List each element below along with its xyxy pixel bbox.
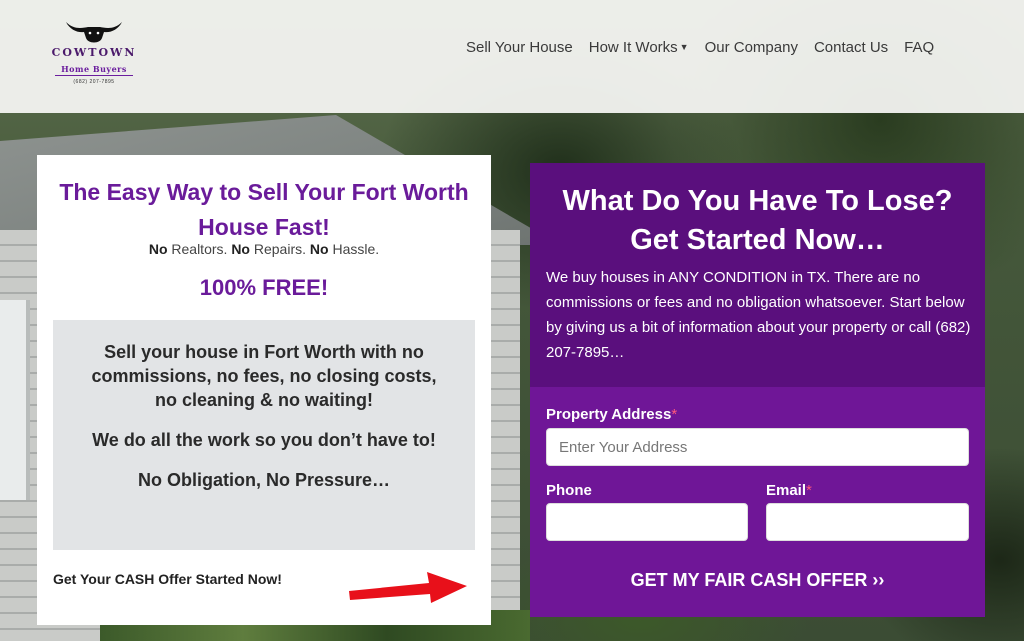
submit-offer-button[interactable]: GET MY FAIR CASH OFFER ›› — [546, 565, 969, 595]
cash-offer-cta: Get Your CASH Offer Started Now! — [53, 571, 282, 587]
logo-phone: (682) 207-7895 — [73, 79, 115, 85]
right-arrow-icon — [349, 572, 467, 603]
nav-sell-your-house[interactable]: Sell Your House — [466, 39, 573, 56]
label-text: Property Address — [546, 406, 672, 423]
promo-title: The Easy Way to Sell Your Fort Worth Hou… — [59, 179, 469, 240]
logo-name: COWTOWN — [51, 46, 137, 59]
main-nav: Sell Your House How It Works ▼ Our Compan… — [466, 39, 950, 56]
address-input[interactable] — [546, 428, 969, 466]
email-input[interactable] — [766, 503, 969, 541]
site-header: COWTOWN Home Buyers (682) 207-7895 Sell … — [0, 0, 1024, 113]
nav-label: How It Works — [588, 39, 678, 56]
benefit-text: We do all the work so you don’t have to! — [92, 430, 436, 450]
nav-label: Contact Us — [813, 39, 889, 56]
address-label: Property Address* — [546, 406, 677, 423]
phone-label: Phone — [546, 482, 592, 499]
tagline-text: Repairs. — [249, 241, 310, 257]
logo-subtitle: Home Buyers — [55, 64, 133, 76]
caret-down-icon: ▼ — [679, 42, 689, 52]
offer-form-panel: What Do You Have To Lose? Get Started No… — [530, 163, 985, 617]
label-text: Email — [766, 482, 807, 499]
benefit-text: Sell your house in Fort Worth with no co… — [91, 342, 437, 410]
promo-free: 100% FREE! — [199, 275, 329, 300]
longhorn-icon — [66, 22, 122, 43]
house-window — [0, 300, 30, 500]
tagline-text: Hassle. — [328, 241, 380, 257]
required-mark: * — [806, 482, 812, 499]
nav-how-it-works[interactable]: How It Works ▼ — [589, 39, 689, 56]
site-logo[interactable]: COWTOWN Home Buyers (682) 207-7895 — [40, 16, 148, 86]
nav-label: FAQ — [904, 39, 935, 56]
form-title: What Do You Have To Lose? Get Started No… — [562, 185, 953, 256]
nav-our-company[interactable]: Our Company — [705, 39, 798, 56]
nav-contact-us[interactable]: Contact Us — [814, 39, 888, 56]
tagline-no: No — [309, 241, 329, 257]
nav-label: Our Company — [704, 39, 798, 56]
benefits-box: Sell your house in Fort Worth with no co… — [53, 320, 475, 550]
tagline-text: Realtors. — [167, 241, 232, 257]
required-mark: * — [671, 406, 678, 423]
email-label: Email* — [766, 482, 812, 499]
phone-input[interactable] — [546, 503, 748, 541]
promo-tagline: No Realtors. No Repairs. No Hassle. — [51, 241, 477, 257]
nav-label: Sell Your House — [466, 39, 573, 56]
benefit-text: No Obligation, No Pressure… — [137, 470, 391, 490]
promo-card: The Easy Way to Sell Your Fort Worth Hou… — [37, 155, 491, 625]
nav-faq[interactable]: FAQ — [904, 39, 934, 56]
form-description: We buy houses in ANY CONDITION in TX. Th… — [546, 269, 971, 361]
label-text: Phone — [546, 482, 592, 499]
tagline-no: No — [231, 241, 250, 257]
form-header: What Do You Have To Lose? Get Started No… — [530, 163, 985, 387]
tagline-no: No — [148, 241, 168, 257]
